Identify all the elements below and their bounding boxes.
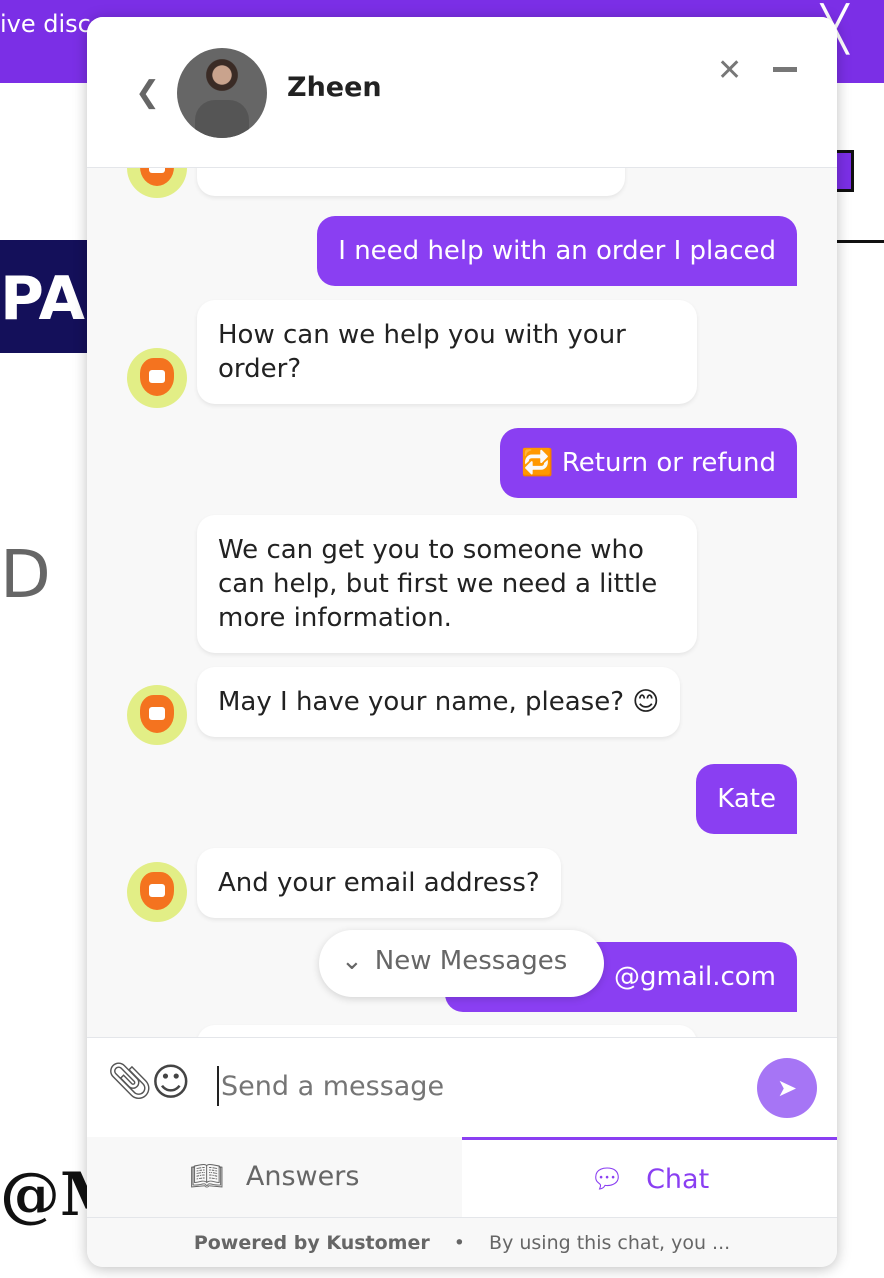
bot-message: We can get you to someone who can help, … xyxy=(197,515,697,653)
send-icon: ➤ xyxy=(776,1074,798,1102)
new-messages-button[interactable]: ⌄ New Messages xyxy=(319,930,604,997)
tab-bar: 📖︎ Answers 💬︎ Chat xyxy=(87,1137,837,1217)
bg-hero-text: PA xyxy=(0,240,90,353)
bot-avatar xyxy=(127,685,187,745)
chat-header: ❮ Zheen ✕ xyxy=(87,17,837,168)
user-message: I need help with an order I placed xyxy=(317,216,797,286)
bot-message: May I have your name, please? 😊 xyxy=(197,667,681,737)
attachment-icon[interactable]: 📎︎ xyxy=(107,1060,153,1102)
user-message: Kate xyxy=(696,764,797,834)
message-list[interactable]: How can we help you today? I need help w… xyxy=(87,98,837,1085)
bot-message: And your email address? xyxy=(197,848,561,918)
footer: Powered by Kustomer • By using this chat… xyxy=(87,1217,837,1267)
message-input[interactable] xyxy=(217,1066,717,1106)
separator: • xyxy=(453,1232,465,1254)
tab-chat[interactable]: 💬︎ Chat xyxy=(462,1137,837,1217)
bot-avatar xyxy=(127,862,187,922)
chat-widget: ❮ Zheen ✕ How can we help you today? I n… xyxy=(87,17,837,1267)
chat-bubble-icon: 💬︎ xyxy=(589,1164,625,1195)
tab-answers[interactable]: 📖︎ Answers xyxy=(87,1137,462,1217)
chevron-down-icon: ⌄ xyxy=(341,946,363,976)
minimize-icon[interactable] xyxy=(773,67,797,72)
agent-avatar xyxy=(177,48,267,138)
divider xyxy=(830,240,884,243)
user-message: 🔁 Return or refund xyxy=(500,428,797,498)
terms-link[interactable]: By using this chat, you ... xyxy=(489,1232,730,1254)
banner-text: ive disc xyxy=(0,10,91,38)
tab-chat-label: Chat xyxy=(646,1164,710,1195)
bot-message: How can we help you with your order? xyxy=(197,300,697,404)
book-icon: 📖︎ xyxy=(189,1161,224,1192)
tab-answers-label: Answers xyxy=(245,1161,360,1192)
bg-text: D xyxy=(0,536,51,613)
agent-name: Zheen xyxy=(287,72,382,103)
send-button[interactable]: ➤ xyxy=(757,1058,817,1118)
close-icon[interactable]: ✕ xyxy=(717,53,742,88)
new-messages-label: New Messages xyxy=(374,946,568,976)
bot-avatar xyxy=(127,348,187,408)
back-chevron-icon[interactable]: ❮ xyxy=(135,75,160,110)
powered-by-link[interactable]: Powered by Kustomer xyxy=(194,1232,430,1254)
composer: 📎︎ ☺ ➤ xyxy=(87,1037,837,1137)
emoji-icon[interactable]: ☺ xyxy=(151,1060,191,1104)
